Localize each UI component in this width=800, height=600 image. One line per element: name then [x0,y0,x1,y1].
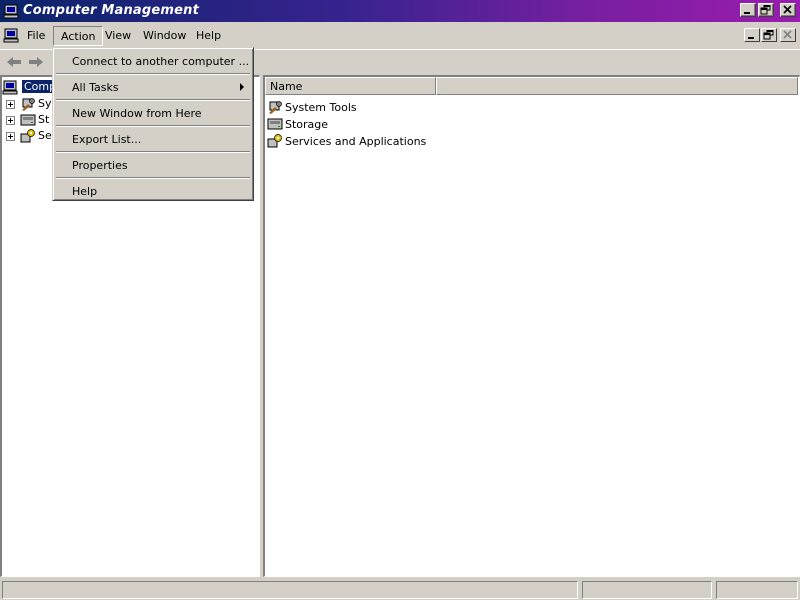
minimize-icon [748,37,754,39]
menu-separator [56,151,250,153]
storage-icon [267,118,283,130]
menu-separator [56,177,250,179]
close-icon [783,30,792,39]
status-panel-2 [582,581,712,599]
menu-item-connect[interactable]: Connect to another computer ... [56,50,250,72]
menu-separator [56,73,250,75]
list-item-label: Storage [285,118,329,131]
menu-item-new-window-label: New Window from Here [72,107,202,120]
list-pane[interactable]: Name System Tools Storage Services and A… [263,75,800,577]
menu-view[interactable]: View [98,26,138,46]
forward-arrow-icon[interactable] [26,54,46,70]
close-button[interactable] [780,3,796,17]
action-menu-dropdown: Connect to another computer ... All Task… [52,47,254,201]
restore-icon [763,30,774,40]
storage-icon [20,114,36,126]
expand-icon[interactable] [6,132,15,141]
menu-separator [56,125,250,127]
menu-window[interactable]: Window [136,26,193,46]
tree-item-label: Se [38,129,52,142]
menu-item-connect-label: Connect to another computer ... [72,55,250,68]
expand-icon[interactable] [6,100,15,109]
column-header-name[interactable]: Name [265,77,436,95]
services-icon [20,129,35,143]
status-panel-main [2,581,578,599]
menu-item-all-tasks[interactable]: All Tasks [56,76,250,98]
back-arrow-icon[interactable] [4,54,24,70]
menu-separator [56,99,250,101]
submenu-arrow-icon [240,83,244,91]
restore-button[interactable] [758,3,774,17]
mdi-restore-button[interactable] [761,28,777,42]
list-item-system-tools[interactable]: System Tools [267,99,517,115]
services-icon [267,134,282,148]
title-bar[interactable]: Computer Management [0,0,800,22]
menu-bar: File Action View Window Help [0,22,800,48]
window-title: Computer Management [23,3,200,18]
computer-icon [3,4,19,19]
list-item-label: Services and Applications [285,135,427,148]
menu-file[interactable]: File [20,26,52,46]
tree-item-label: Sy [38,97,52,110]
mdi-close-button[interactable] [780,28,796,42]
status-bar [0,579,800,600]
menu-item-export-list-label: Export List... [72,133,142,146]
menu-help[interactable]: Help [189,26,228,46]
system-tools-icon [22,98,35,111]
menu-item-help-label: Help [72,185,98,198]
menu-item-help[interactable]: Help [56,180,250,202]
menu-item-export-list[interactable]: Export List... [56,128,250,150]
menu-item-all-tasks-label: All Tasks [72,81,119,94]
list-item-label: System Tools [285,101,357,114]
column-header-empty[interactable] [436,77,798,95]
status-panel-3 [716,581,798,599]
list-item-storage[interactable]: Storage [267,116,517,132]
computer-icon [2,80,18,95]
computer-icon[interactable] [3,27,19,43]
menu-item-properties[interactable]: Properties [56,154,250,176]
list-item-services[interactable]: Services and Applications [267,133,517,149]
close-icon [783,5,792,14]
menu-item-properties-label: Properties [72,159,128,172]
restore-icon [760,5,771,15]
expand-icon[interactable] [6,116,15,125]
tree-item-label: St [38,113,50,126]
minimize-icon [744,12,750,14]
menu-action[interactable]: Action [53,26,104,46]
mdi-minimize-button[interactable] [744,28,760,42]
system-tools-icon [269,101,282,114]
menu-item-new-window[interactable]: New Window from Here [56,102,250,124]
computer-management-window: Computer Management File Action View Win… [0,0,800,600]
minimize-button[interactable] [740,3,756,17]
